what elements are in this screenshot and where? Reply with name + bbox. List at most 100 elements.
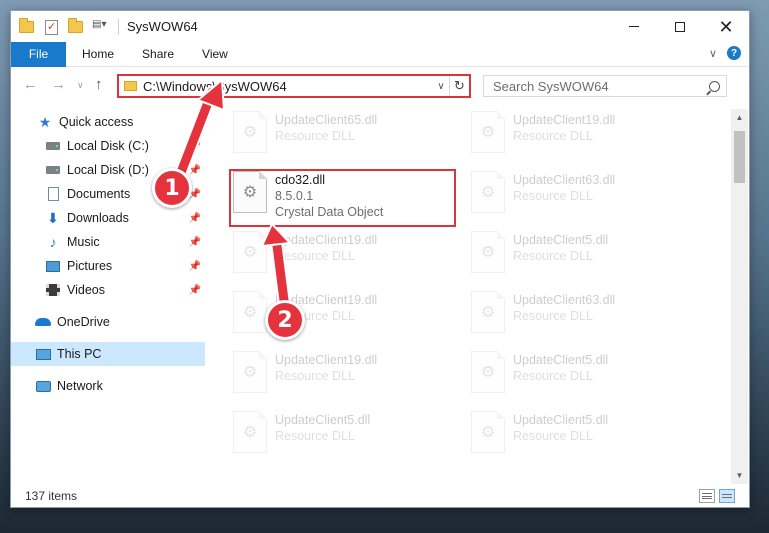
status-bar: 137 items (11, 484, 749, 508)
drive-icon (45, 138, 61, 154)
dll-file-icon: ⚙ (233, 411, 267, 453)
sidebar-item-label: Music (67, 235, 100, 249)
sidebar-item-label: This PC (57, 347, 102, 361)
file-item[interactable]: ⚙ UpdateClient63.dll Resource DLL (471, 291, 699, 347)
dll-file-icon: ⚙ (233, 291, 267, 333)
cloud-icon (35, 314, 51, 330)
address-dropdown-icon[interactable]: ∨ (433, 81, 449, 92)
minimize-icon (629, 26, 639, 27)
sidebar-item-this-pc[interactable]: This PC (11, 342, 205, 366)
file-item[interactable]: ⚙ UpdateClient5.dll Resource DLL (471, 231, 699, 287)
search-box[interactable]: Search SysWOW64 (483, 75, 727, 97)
file-name: UpdateClient63.dll (513, 293, 616, 307)
pin-icon: 📌 (188, 140, 201, 152)
file-name: UpdateClient65.dll (275, 113, 378, 127)
file-type: Resource DLL (275, 429, 355, 443)
file-name: UpdateClient19.dll (513, 113, 616, 127)
file-name: UpdateClient19.dll (275, 353, 378, 367)
sidebar-item-music[interactable]: ♪ Music 📌 (45, 230, 203, 254)
forward-arrow-icon[interactable]: → (51, 76, 66, 93)
sidebar-item-label: Downloads (67, 211, 129, 225)
sidebar-item-label: Videos (67, 283, 105, 297)
sidebar-item-label: Local Disk (D:) (67, 163, 149, 177)
videos-icon (45, 282, 61, 298)
dll-file-icon: ⚙ (471, 291, 505, 333)
dll-file-icon: ⚙ (471, 111, 505, 153)
help-icon[interactable]: ? (727, 46, 741, 60)
address-path[interactable]: C:\Windows\SysWOW64 (143, 79, 433, 94)
sidebar-item-pictures[interactable]: Pictures 📌 (45, 254, 203, 278)
file-type: Resource DLL (275, 249, 355, 263)
address-bar[interactable]: C:\Windows\SysWOW64 ∨ ↻ (117, 74, 471, 98)
file-type: Resource DLL (513, 249, 593, 263)
up-arrow-icon[interactable]: ↑ (95, 76, 103, 93)
folder-icon[interactable] (19, 17, 35, 35)
sidebar-item-onedrive[interactable]: OneDrive (35, 310, 203, 334)
pictures-icon (45, 258, 61, 274)
close-icon: ✕ (718, 16, 734, 37)
dll-file-icon: ⚙ (233, 351, 267, 393)
download-icon: ⬇ (47, 209, 59, 226)
details-view-icon[interactable] (699, 489, 715, 503)
file-type: Resource DLL (275, 369, 355, 383)
view-toggle (699, 489, 735, 503)
file-name: UpdateClient5.dll (513, 233, 609, 247)
tab-home[interactable]: Home (66, 42, 128, 67)
sidebar-item-videos[interactable]: Videos 📌 (45, 278, 203, 302)
scroll-down-icon[interactable]: ▼ (731, 467, 748, 484)
computer-icon (35, 346, 51, 362)
new-folder-icon[interactable] (68, 17, 84, 35)
tab-view[interactable]: View (188, 42, 242, 67)
file-item[interactable]: ⚙ UpdateClient63.dll Resource DLL (471, 171, 699, 227)
recent-locations-icon[interactable]: ∨ (77, 80, 84, 91)
file-name: UpdateClient5.dll (513, 413, 609, 427)
sidebar-item-network[interactable]: Network (35, 374, 203, 398)
properties-icon[interactable] (44, 19, 60, 35)
sidebar-item-label: Pictures (67, 259, 113, 273)
folder-icon (124, 81, 137, 91)
tab-share[interactable]: Share (128, 42, 188, 67)
file-item[interactable]: ⚙ UpdateClient19.dll Resource DLL (233, 231, 461, 287)
large-icons-view-icon[interactable] (719, 489, 735, 503)
sidebar-item-local-disk-c[interactable]: Local Disk (C:) 📌 (45, 134, 203, 158)
sidebar-item-downloads[interactable]: ⬇ Downloads 📌 (45, 206, 203, 230)
sidebar-item-label: Quick access (59, 115, 134, 129)
file-item[interactable]: ⚙ UpdateClient5.dll Resource DLL (471, 351, 699, 407)
network-icon (35, 378, 51, 394)
file-item[interactable]: ⚙ UpdateClient19.dll Resource DLL (233, 351, 461, 407)
vertical-scrollbar[interactable]: ▲ ▼ (731, 109, 748, 484)
file-item[interactable]: ⚙ UpdateClient65.dll Resource DLL (233, 111, 461, 167)
pin-icon: 📌 (188, 212, 201, 224)
customize-toolbar-icon[interactable]: ▤▾ (92, 19, 108, 35)
scroll-up-icon[interactable]: ▲ (731, 109, 748, 126)
item-count: 137 items (25, 489, 78, 503)
maximize-icon (675, 21, 685, 32)
expand-ribbon-icon[interactable]: ∨ (709, 47, 717, 60)
sidebar-item-quick-access[interactable]: ★ Quick access (37, 110, 203, 134)
back-arrow-icon[interactable]: ← (23, 76, 38, 93)
search-icon (709, 80, 720, 92)
documents-icon (45, 186, 61, 202)
pin-icon: 📌 (188, 260, 201, 272)
drive-icon (45, 162, 61, 178)
file-item[interactable]: ⚙ UpdateClient5.dll Resource DLL (471, 411, 699, 467)
file-explorer-window: ▤▾ SysWOW64 ✕ File Home Share View ∨ ? ←… (10, 10, 750, 508)
file-item[interactable]: ⚙ UpdateClient19.dll Resource DLL (471, 111, 699, 167)
window-title: SysWOW64 (127, 19, 198, 34)
step-1-badge: 1 (152, 168, 192, 208)
file-name: UpdateClient5.dll (275, 413, 371, 427)
tab-file[interactable]: File (11, 41, 66, 67)
file-name: UpdateClient63.dll (513, 173, 616, 187)
dll-file-icon: ⚙ (471, 411, 505, 453)
maximize-button[interactable] (657, 11, 703, 42)
search-input[interactable]: Search SysWOW64 (493, 79, 609, 94)
close-button[interactable]: ✕ (703, 11, 749, 42)
ribbon-right-controls: ∨ ? (709, 46, 741, 60)
file-item[interactable]: ⚙ UpdateClient5.dll Resource DLL (233, 411, 461, 467)
refresh-icon[interactable]: ↻ (449, 76, 469, 96)
scrollbar-thumb[interactable] (734, 131, 745, 183)
dll-file-icon: ⚙ (471, 351, 505, 393)
minimize-button[interactable] (611, 11, 657, 42)
navigation-pane: ★ Quick access Local Disk (C:) 📌 Local D… (11, 109, 205, 473)
music-icon: ♪ (49, 234, 57, 250)
